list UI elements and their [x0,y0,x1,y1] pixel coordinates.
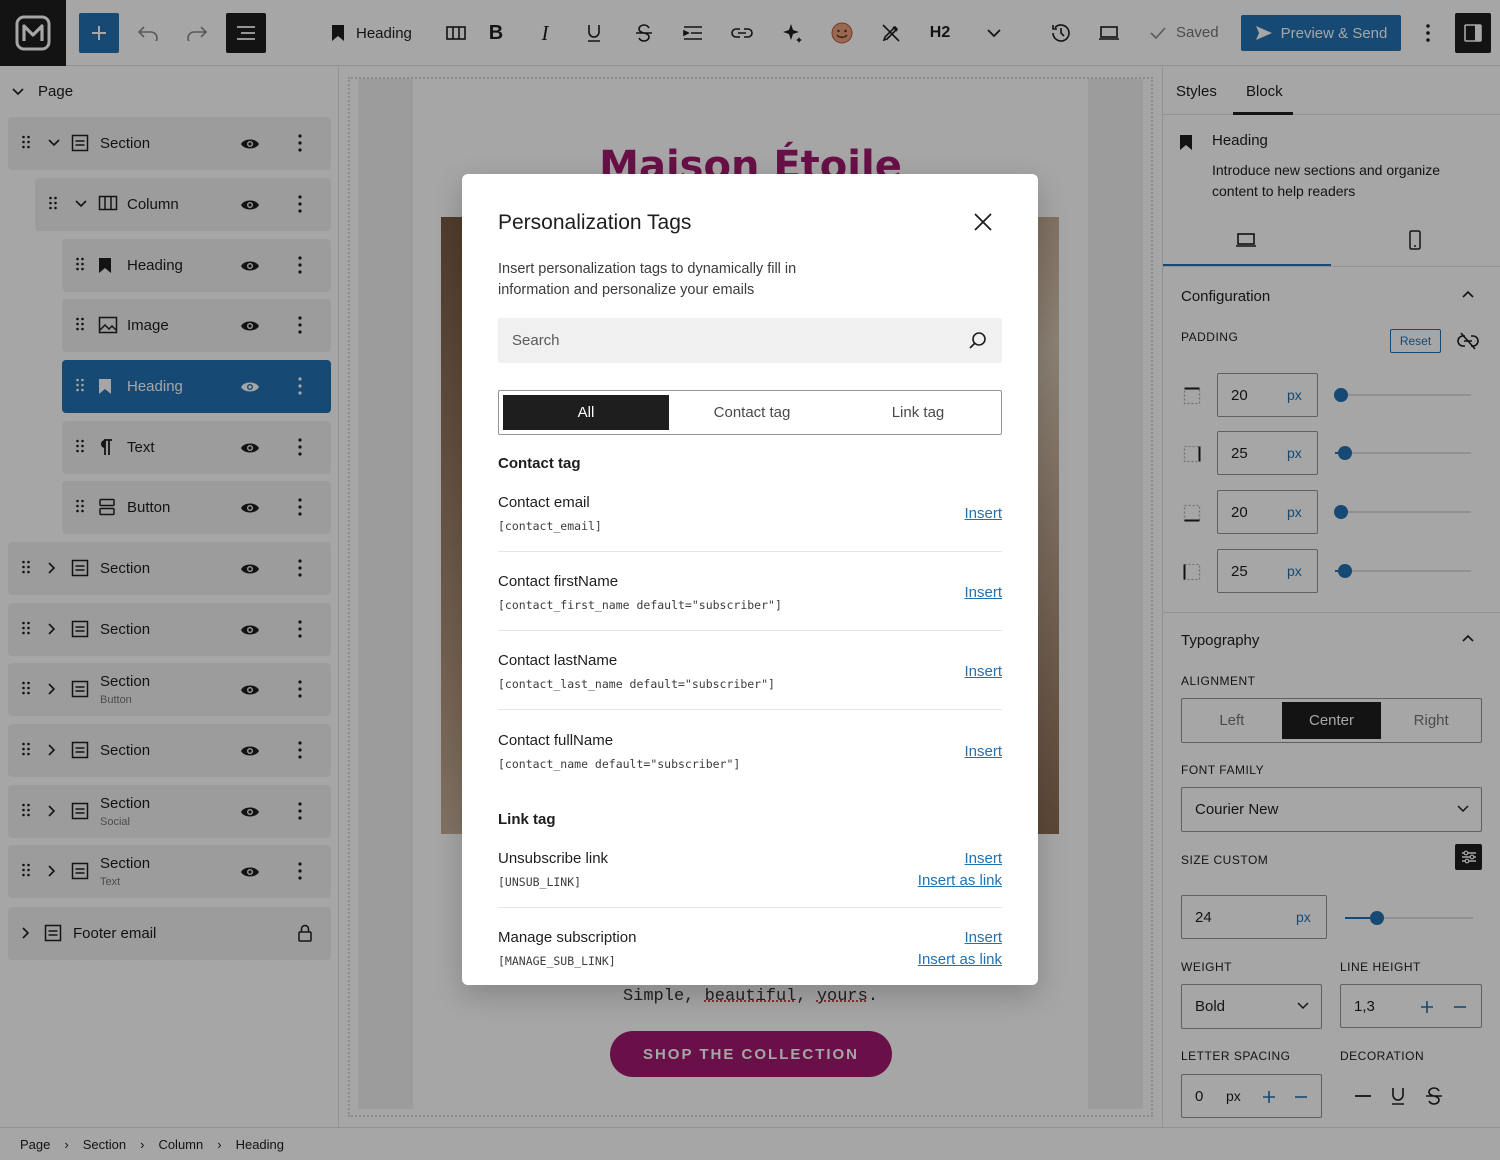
tag-list-item: Contact email [contact_email] Insert [498,494,1002,554]
insert-link[interactable]: Insert [964,505,1002,522]
tag-name: Contact lastName [498,652,618,669]
divider [498,709,1002,710]
insert-link[interactable]: Insert [964,663,1002,680]
tag-name: Contact fullName [498,732,614,749]
tag-list-item: Manage subscription [MANAGE_SUB_LINK] Inse… [498,929,1002,985]
tag-search-input[interactable] [498,318,958,363]
tag-list-item: Unsubscribe link [UNSUB_LINK] Insert Insert… [498,850,1002,910]
insert-link[interactable]: Insert [964,743,1002,760]
tag-name: Manage subscription [498,929,637,946]
contact-tag-group-title: Contact tag [498,455,581,472]
personalization-tags-modal: Personalization Tags Insert personalizat… [462,174,1038,985]
tag-code: [contact_email] [498,519,602,533]
modal-title: Personalization Tags [498,211,692,234]
tag-list-item: Contact firstName [contact_first_name def… [498,573,1002,633]
close-icon[interactable] [972,211,994,233]
insert-as-link[interactable]: Insert as link [918,951,1002,968]
tag-search [498,318,1002,363]
divider [498,630,1002,631]
insert-link[interactable]: Insert [964,584,1002,601]
link-tag-group-title: Link tag [498,811,556,828]
tab-contact-tag[interactable]: Contact tag [669,391,835,434]
tab-all[interactable]: All [503,395,669,430]
tag-code: [UNSUB_LINK] [498,875,582,889]
tab-link-tag[interactable]: Link tag [835,391,1001,434]
divider [498,907,1002,908]
search-icon [969,332,986,349]
divider [498,551,1002,552]
tag-name: Contact firstName [498,573,619,590]
tag-code: [contact_last_name default="subscriber"] [498,677,775,691]
tag-code: [MANAGE_SUB_LINK] [498,954,616,968]
insert-link[interactable]: Insert [964,850,1002,867]
tag-name: Contact email [498,494,590,511]
insert-as-link[interactable]: Insert as link [918,872,1002,889]
tag-code: [contact_name default="subscriber"] [498,757,741,771]
tag-filter-tabs: All Contact tag Link tag [498,390,1002,435]
tag-name: Unsubscribe link [498,850,609,867]
modal-description: Insert personalization tags to dynamical… [498,261,797,298]
tag-list-item: Contact lastName [contact_last_name defau… [498,652,1002,712]
insert-link[interactable]: Insert [964,929,1002,946]
tag-list-item: Contact fullName [contact_name default="s… [498,732,1002,792]
tag-code: [contact_first_name default="subscriber"… [498,598,782,612]
